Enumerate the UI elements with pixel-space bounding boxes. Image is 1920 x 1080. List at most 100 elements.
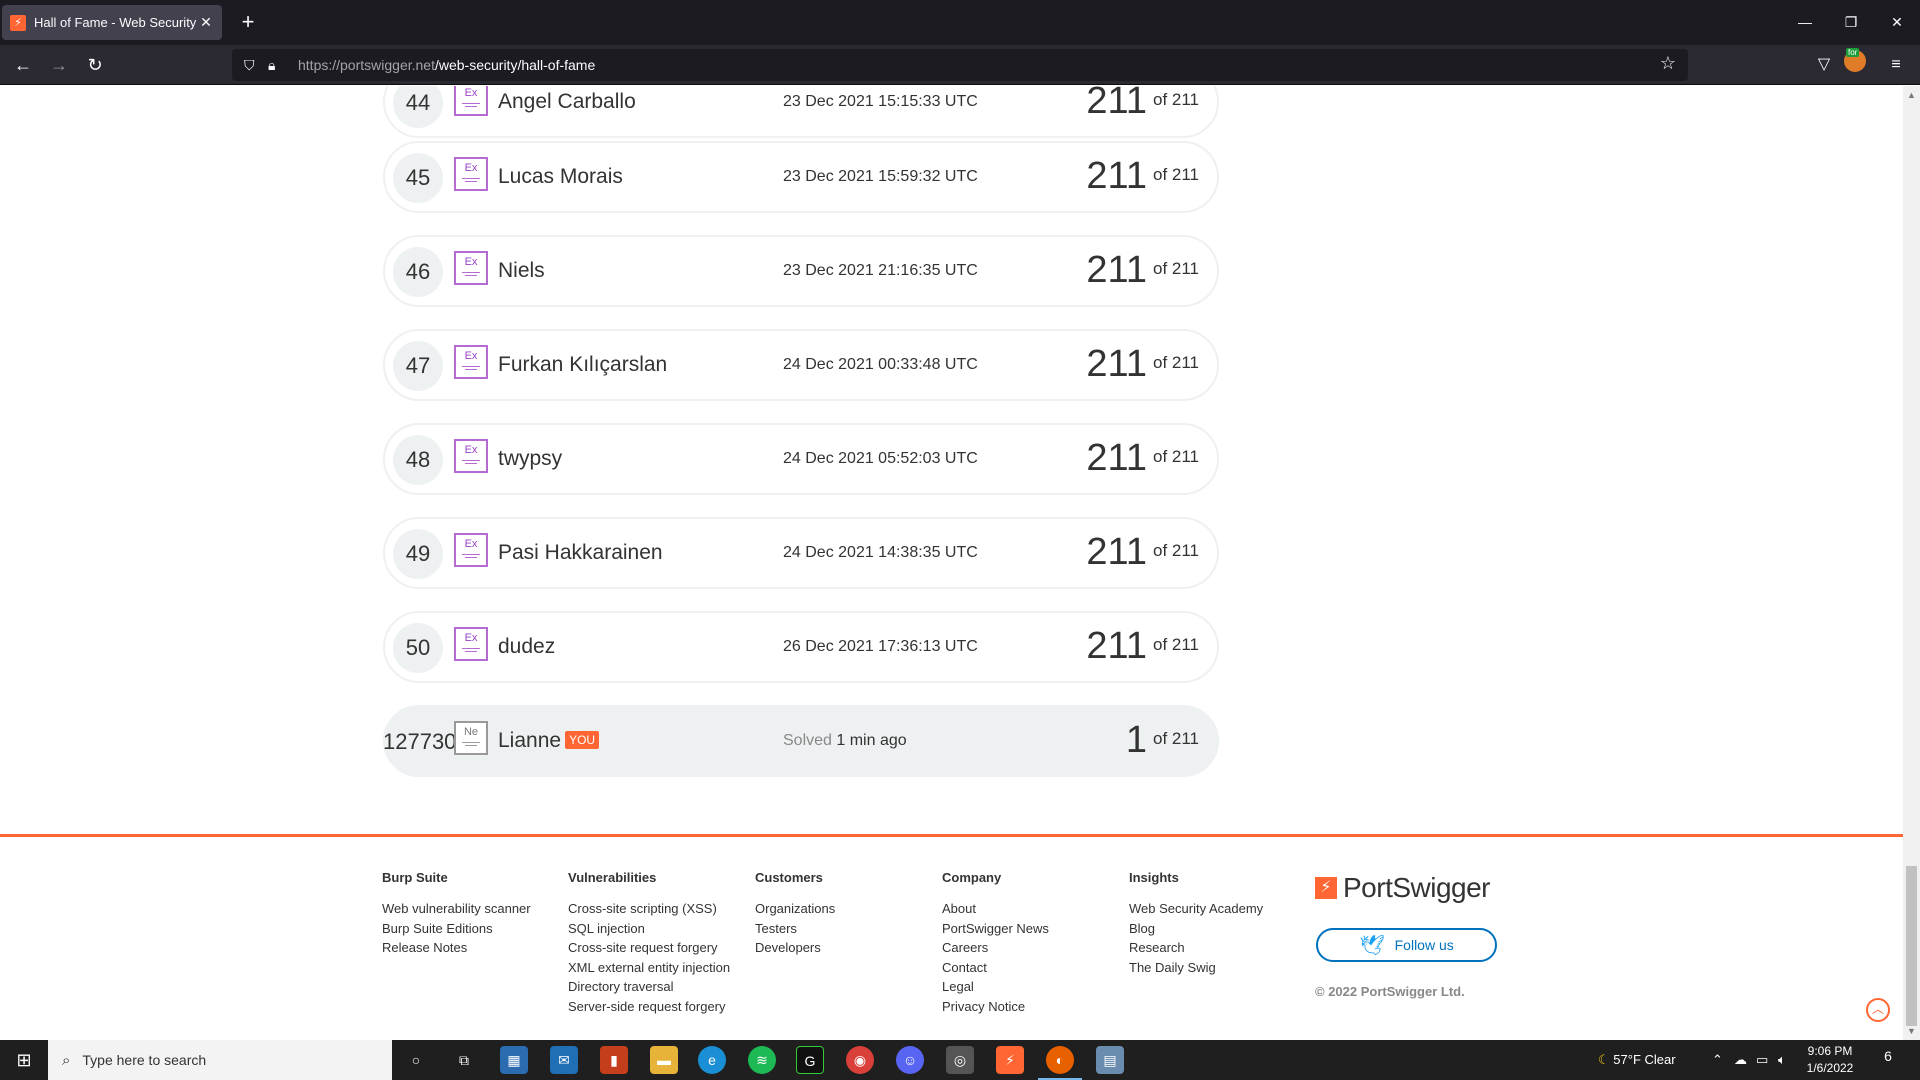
follow-us-button[interactable]: 🕊︎ Follow us [1316, 928, 1497, 962]
task-view-icon[interactable]: ⧉ [450, 1046, 478, 1074]
leaderboard-row: 49 Ex Pasi Hakkarainen 24 Dec 2021 14:38… [383, 517, 1219, 589]
footer-link[interactable]: Burp Suite Editions [382, 919, 531, 939]
tracking-shield-icon[interactable]: ⛉ [244, 57, 268, 74]
network-icon[interactable]: ▭ [1756, 1040, 1768, 1080]
footer-link[interactable]: Careers [942, 938, 1049, 958]
notepad-icon[interactable]: ▤ [1096, 1046, 1124, 1074]
footer-column-title: Vulnerabilities [568, 870, 657, 885]
browser-tab[interactable]: ⚡ Hall of Fame - Web Security Ac ✕ [2, 5, 222, 40]
pocket-icon[interactable]: ▽ [1810, 51, 1838, 79]
footer-link[interactable]: PortSwigger News [942, 919, 1049, 939]
footer-link[interactable]: Cross-site scripting (XSS) [568, 899, 730, 919]
onedrive-icon[interactable]: ☁ [1734, 1040, 1747, 1080]
cortana-icon[interactable]: ○ [402, 1046, 430, 1074]
file-explorer-icon[interactable]: ▬ [650, 1046, 678, 1074]
back-button[interactable]: ← [9, 51, 37, 79]
footer-link[interactable]: Privacy Notice [942, 997, 1049, 1017]
footer-column-company: Company About PortSwigger News Careers C… [942, 870, 1049, 1017]
volume-icon[interactable]: 🔈︎ [1778, 1040, 1786, 1080]
browser-tab-bar: ⚡ Hall of Fame - Web Security Ac ✕ + — ❐… [0, 0, 1920, 45]
weather-widget[interactable]: ☾ 57°F Clear [1598, 1040, 1676, 1080]
score: 211 of 211 [1086, 343, 1199, 385]
footer-column-title: Burp Suite [382, 870, 448, 885]
footer-link[interactable]: Developers [755, 938, 835, 958]
completion-date: 24 Dec 2021 14:38:35 UTC [783, 544, 978, 561]
portswigger-logo[interactable]: ⚡ PortSwigger [1315, 872, 1491, 904]
obs-icon[interactable]: ◎ [946, 1046, 974, 1074]
url-bar[interactable]: ⛉ 🔒︎ https://portswigger.net/web-securit… [232, 49, 1688, 81]
leaderboard-row: 45 Ex Lucas Morais 23 Dec 2021 15:59:32 … [383, 141, 1219, 213]
footer-link[interactable]: SQL injection [568, 919, 730, 939]
score: 1 of 211 [1125, 719, 1199, 761]
expert-badge-icon: Ex [454, 86, 488, 116]
footer-link[interactable]: XML external entity injection [568, 958, 730, 978]
footer-link[interactable]: Web vulnerability scanner [382, 899, 531, 919]
player-name: Angel Carballo [498, 90, 636, 113]
completion-date: 26 Dec 2021 17:36:13 UTC [783, 638, 978, 655]
extension-icon[interactable]: for [1844, 48, 1866, 72]
footer-link[interactable]: Blog [1129, 919, 1263, 939]
footer-link[interactable]: Cross-site request forgery [568, 938, 730, 958]
footer-link[interactable]: The Daily Swig [1129, 958, 1263, 978]
expert-badge-icon: Ex [454, 627, 488, 661]
footer-link[interactable]: Research [1129, 938, 1263, 958]
minimize-window-button[interactable]: — [1782, 0, 1828, 45]
back-to-top-icon[interactable]: ︿ [1866, 998, 1890, 1022]
close-tab-icon[interactable]: ✕ [198, 14, 214, 31]
chrome-icon[interactable]: ◉ [846, 1046, 874, 1074]
scroll-down-icon[interactable]: ▼ [1907, 1026, 1916, 1036]
expert-badge-icon: Ex [454, 533, 488, 567]
footer-link[interactable]: Organizations [755, 899, 835, 919]
close-window-button[interactable]: ✕ [1874, 0, 1920, 45]
discord-icon[interactable]: ☺ [896, 1046, 924, 1074]
my-leaderboard-row: 127730 Ne Lianne YOU Solved 1 min ago 1 of… [383, 705, 1219, 777]
bookmark-star-icon[interactable]: ☆ [1660, 53, 1676, 74]
footer-link[interactable]: Release Notes [382, 938, 531, 958]
footer-link[interactable]: Web Security Academy [1129, 899, 1263, 919]
completion-date: 23 Dec 2021 15:15:33 UTC [783, 93, 978, 110]
scrollbar-thumb[interactable] [1906, 866, 1917, 1026]
mail-icon[interactable]: ✉ [550, 1046, 578, 1074]
rank-number: 50 [393, 623, 443, 673]
firefox-icon[interactable]: ◐ [1038, 1046, 1082, 1080]
page-scrollbar[interactable]: ▲ ▼ [1903, 86, 1920, 1040]
footer-column-vulnerabilities: Vulnerabilities Cross-site scripting (XS… [568, 870, 730, 1017]
menu-icon[interactable]: ≡ [1882, 51, 1910, 79]
new-tab-button[interactable]: + [234, 9, 262, 37]
footer-link[interactable]: Legal [942, 977, 1049, 997]
store-icon[interactable]: ▦ [500, 1046, 528, 1074]
notification-center-icon[interactable]: 6 [1876, 1048, 1900, 1072]
footer-link[interactable]: About [942, 899, 1049, 919]
tray-chevron-icon[interactable]: ⌃ [1712, 1040, 1723, 1080]
footer-link[interactable]: Server-side request forgery [568, 997, 730, 1017]
completion-date: 24 Dec 2021 00:33:48 UTC [783, 356, 978, 373]
footer-link[interactable]: Directory traversal [568, 977, 730, 997]
rank-number: 45 [393, 153, 443, 203]
spotify-icon[interactable]: ≋ [748, 1046, 776, 1074]
completion-date: 24 Dec 2021 05:52:03 UTC [783, 450, 978, 467]
scroll-up-icon[interactable]: ▲ [1907, 90, 1916, 100]
windows-start-icon[interactable]: ⊞ [0, 1040, 48, 1080]
leaderboard-row: 48 Ex twypsy 24 Dec 2021 05:52:03 UTC 21… [383, 423, 1219, 495]
edge-icon[interactable]: e [698, 1046, 726, 1074]
portswigger-logo-icon: ⚡ [1315, 877, 1337, 899]
office-icon[interactable]: ▮ [600, 1046, 628, 1074]
leaderboard-row: 44 Ex Angel Carballo 23 Dec 2021 15:15:3… [383, 86, 1219, 138]
reload-button[interactable]: ↻ [81, 51, 109, 79]
restore-window-button[interactable]: ❐ [1828, 0, 1874, 45]
taskbar-clock[interactable]: 9:06 PM 1/6/2022 [1800, 1043, 1860, 1077]
url-text[interactable]: https://portswigger.net/web-security/hal… [298, 57, 595, 73]
footer-link[interactable]: Contact [942, 958, 1049, 978]
burp-suite-icon[interactable]: ⚡ [996, 1046, 1024, 1074]
lock-icon[interactable]: 🔒︎ [268, 57, 292, 74]
taskbar-search-input[interactable]: ⌕ Type here to search [48, 1040, 392, 1080]
footer-link[interactable]: Testers [755, 919, 835, 939]
rank-number: 49 [393, 529, 443, 579]
app-icon[interactable]: G [796, 1046, 824, 1074]
player-name: Furkan Kılıçarslan [498, 353, 668, 376]
novice-badge-icon: Ne [454, 721, 488, 755]
completion-date: 23 Dec 2021 21:16:35 UTC [783, 262, 978, 279]
forward-button[interactable]: → [45, 51, 73, 79]
notification-count: 6 [1884, 1048, 1892, 1064]
rank-number: 46 [393, 247, 443, 297]
